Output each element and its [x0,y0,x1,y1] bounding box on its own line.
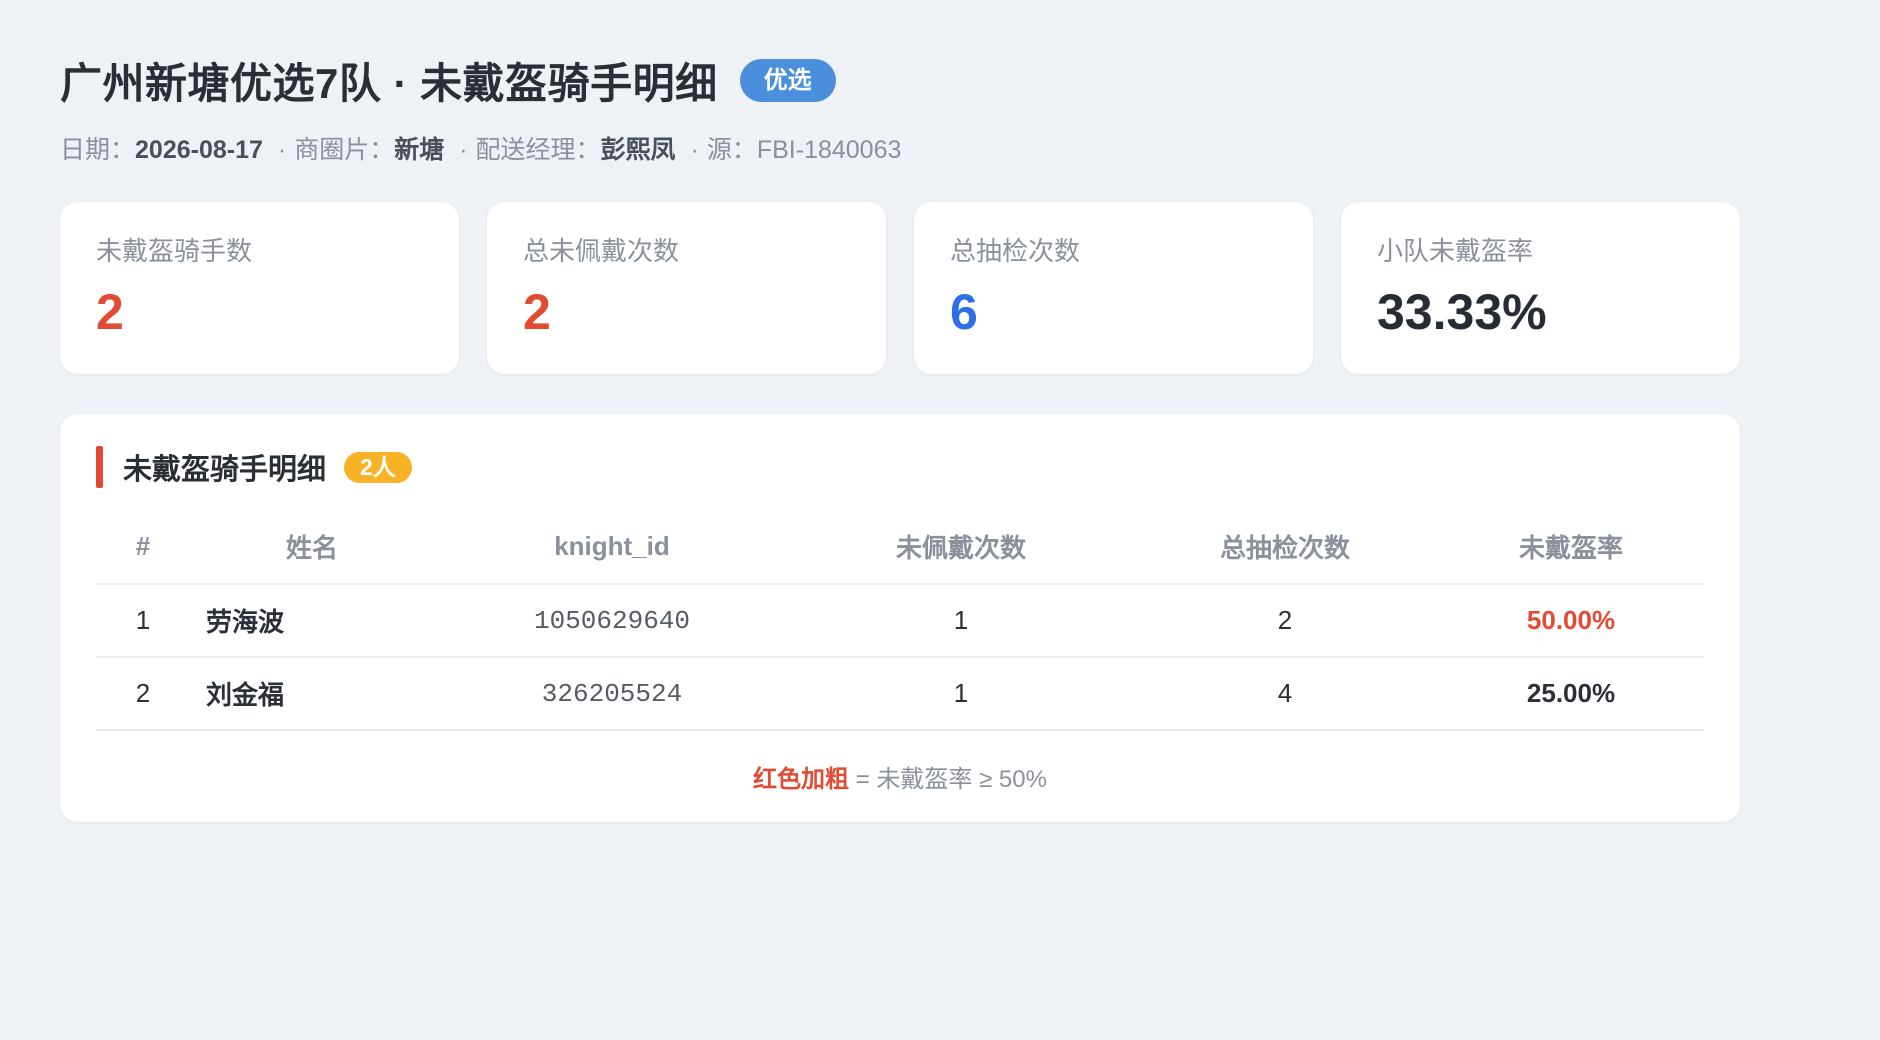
cell-checked: 4 [1132,657,1438,731]
cell-rate: 25.00% [1438,657,1704,731]
table-row[interactable]: 2 刘金福 326205524 1 4 25.00% [96,657,1704,731]
panel-title: 未戴盔骑手明细 [123,454,327,486]
legend-key: 红色加粗 [753,766,850,793]
cell-name: 劳海波 [190,584,434,658]
page-title: 广州新塘优选7队 · 未戴盔骑手明细 [60,59,718,107]
title-row: 广州新塘优选7队 · 未戴盔骑手明细 优选 [60,52,1820,108]
stat-label: 总未佩戴次数 [523,236,680,266]
cell-index: 1 [96,584,190,658]
cell-checked: 2 [1132,584,1438,658]
col-header-name[interactable]: 姓名 [190,510,434,585]
separator: · [459,136,468,164]
col-header-rate[interactable]: 未戴盔率 [1438,510,1704,585]
stat-value: 33.33% [1377,284,1547,340]
date-value: 2026-08-17 [135,136,263,164]
panel-header: 未戴盔骑手明细 2人 [96,446,1704,488]
stat-card-total-checks: 总抽检次数 6 [914,202,1313,374]
legend-note: 红色加粗 = 未戴盔率 ≥ 50% [96,759,1704,794]
separator: · [277,136,287,164]
manager-value: 彭熙凤 [600,136,676,164]
rider-detail-panel: 未戴盔骑手明细 2人 # 姓名 knight_id 未佩戴次数 总抽检次数 未戴… [60,414,1740,822]
col-header-knight-id[interactable]: knight_id [434,510,790,585]
cell-missed: 1 [790,584,1132,658]
cell-index: 2 [96,657,190,731]
stat-label: 小队未戴盔率 [1377,236,1534,266]
table-header-row: # 姓名 knight_id 未佩戴次数 总抽检次数 未戴盔率 [96,510,1704,585]
cell-name: 刘金福 [190,657,434,731]
col-header-missed[interactable]: 未佩戴次数 [790,510,1132,585]
stat-cards: 未戴盔骑手数 2 总未佩戴次数 2 总抽检次数 6 小队未戴盔率 33.33% [60,202,1820,374]
stat-card-total-missed: 总未佩戴次数 2 [487,202,886,374]
col-header-checked[interactable]: 总抽检次数 [1132,510,1438,585]
area-value: 新塘 [394,136,445,164]
meta-line: 日期：2026-08-17 · 商圈片：新塘 · 配送经理：彭熙凤 · 源：FBI-1… [60,132,1820,168]
area-label: 商圈片： [294,136,395,164]
source-label: 源： [706,136,757,164]
manager-label: 配送经理： [475,136,601,164]
category-tag: 优选 [739,58,836,102]
table-row[interactable]: 1 劳海波 1050629640 1 2 50.00% [96,584,1704,658]
cell-knight-id: 1050629640 [434,584,790,658]
cell-knight-id: 326205524 [434,657,790,731]
accent-bar [96,446,103,488]
stat-card-unhelmeted-riders: 未戴盔骑手数 2 [60,202,459,374]
col-header-index[interactable]: # [96,510,190,585]
stat-card-team-rate: 小队未戴盔率 33.33% [1341,202,1740,374]
source-value: FBI-1840063 [756,136,902,164]
page: 广州新塘优选7队 · 未戴盔骑手明细 优选 日期：2026-08-17 · 商圈片… [0,0,1880,822]
stat-label: 总抽检次数 [950,236,1081,266]
stat-value: 2 [96,284,124,340]
rider-table: # 姓名 knight_id 未佩戴次数 总抽检次数 未戴盔率 1 劳海波 10… [96,510,1704,731]
count-badge: 2人 [344,451,412,483]
stat-value: 2 [523,284,551,340]
stat-value: 6 [950,284,978,340]
cell-rate: 50.00% [1438,584,1704,658]
cell-missed: 1 [790,657,1132,731]
separator: · [690,136,699,164]
stat-label: 未戴盔骑手数 [96,236,253,266]
legend-text: = 未戴盔率 ≥ 50% [849,766,1047,793]
date-label: 日期： [60,136,136,164]
